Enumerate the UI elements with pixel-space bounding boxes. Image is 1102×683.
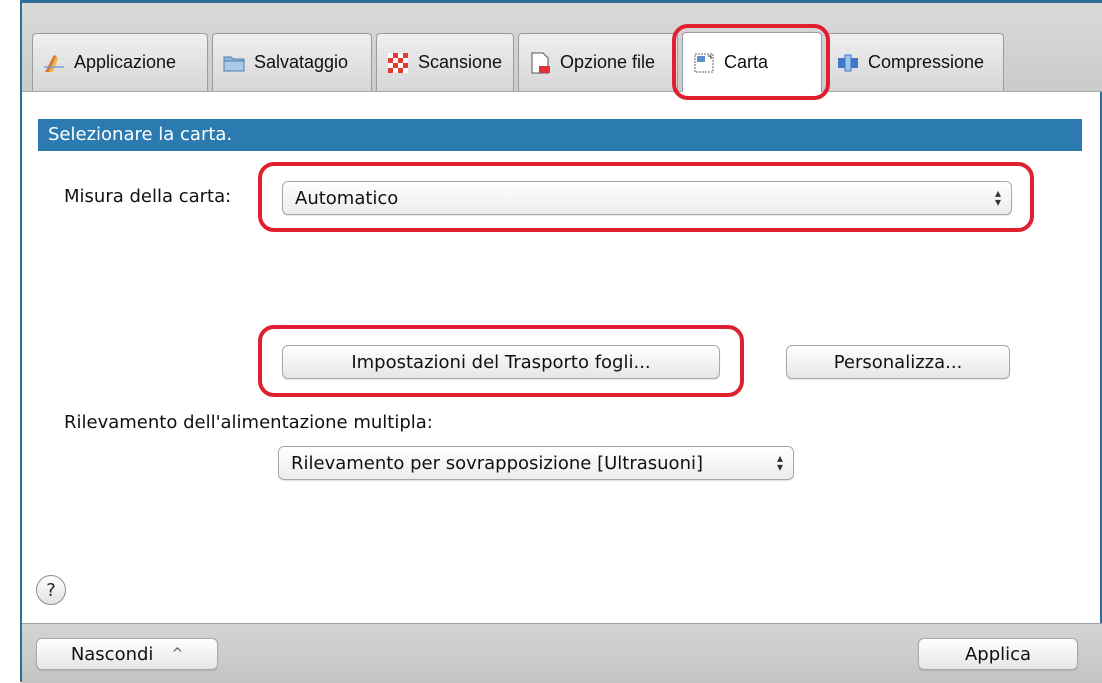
- application-pencil-icon: [43, 52, 65, 74]
- tab-label: Opzione file: [560, 52, 656, 72]
- paper-size-label: Misura della carta:: [64, 186, 232, 207]
- file-options-icon: [529, 52, 551, 74]
- carrier-sheet-settings-button[interactable]: Impostazioni del Trasporto fogli...: [282, 345, 720, 379]
- multifeed-value: Rilevamento per sovrapposizione [Ultrasu…: [291, 452, 703, 474]
- help-button[interactable]: ?: [36, 575, 66, 605]
- chevron-up-icon: ^: [171, 646, 184, 662]
- hide-button[interactable]: Nascondi ^: [36, 638, 218, 670]
- paper-size-value: Automatico: [295, 187, 399, 209]
- folder-icon: [223, 52, 245, 74]
- tab-opzione-file[interactable]: Opzione file: [518, 33, 678, 91]
- stepper-arrows-icon: ▴ ▾: [776, 451, 783, 474]
- tab-label: Compressione: [868, 52, 985, 72]
- customize-button[interactable]: Personalizza...: [786, 345, 1010, 379]
- tab-strip: Applicazione Salvataggio Scansione Opzio…: [22, 3, 1102, 92]
- paper-icon: [693, 52, 715, 74]
- multifeed-select[interactable]: Rilevamento per sovrapposizione [Ultrasu…: [278, 446, 794, 480]
- tab-label: Applicazione: [74, 52, 177, 72]
- tab-label: Salvataggio: [254, 52, 349, 72]
- multifeed-label: Rilevamento dell'alimentazione multipla:: [64, 412, 433, 433]
- paper-size-select[interactable]: Automatico ▴ ▾: [282, 181, 1012, 215]
- tab-applicazione[interactable]: Applicazione: [32, 33, 208, 91]
- apply-button[interactable]: Applica: [918, 638, 1078, 670]
- compression-icon: [837, 52, 859, 74]
- tab-carta[interactable]: Carta: [682, 32, 822, 92]
- tab-salvataggio[interactable]: Salvataggio: [212, 33, 372, 91]
- scan-checker-icon: [387, 52, 409, 74]
- stepper-arrows-icon: ▴ ▾: [994, 186, 1001, 209]
- hide-button-label: Nascondi: [70, 643, 154, 665]
- tab-label: Carta: [724, 52, 769, 72]
- tab-scansione[interactable]: Scansione: [376, 33, 514, 91]
- tab-compressione[interactable]: Compressione: [826, 33, 1004, 91]
- tab-label: Scansione: [418, 52, 503, 72]
- section-title: Selezionare la carta.: [38, 119, 1082, 151]
- window-frame: [20, 0, 1102, 682]
